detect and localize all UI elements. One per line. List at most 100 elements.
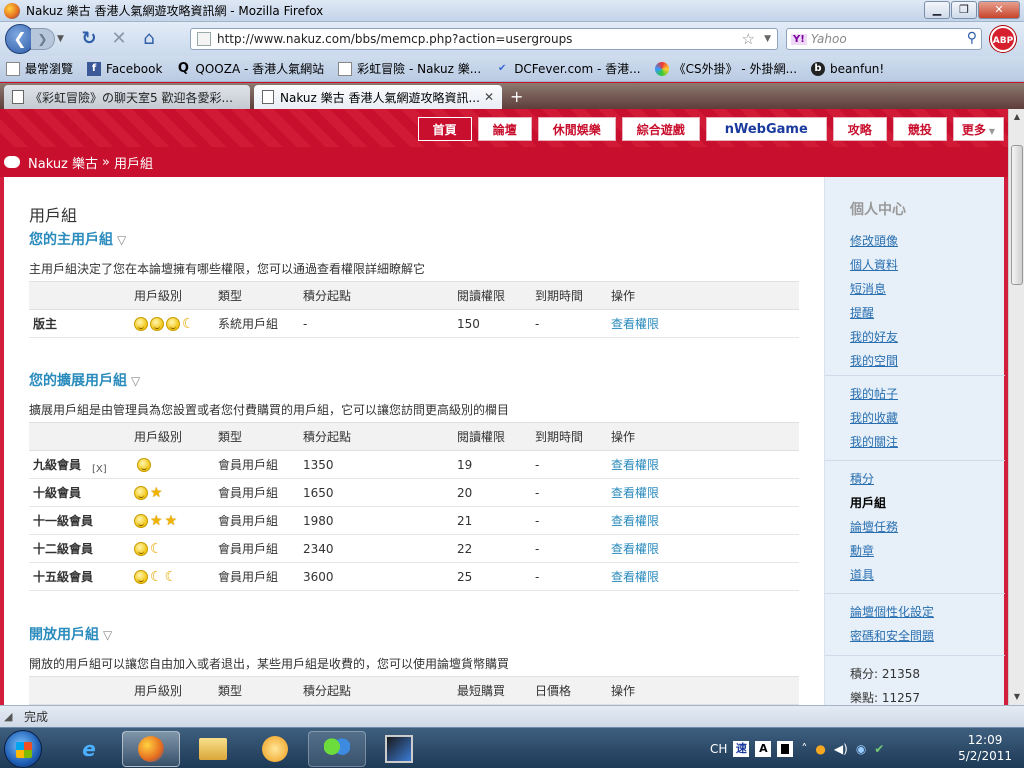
taskbar-explorer[interactable] [184,731,242,767]
taskbar-firefox[interactable] [122,731,180,767]
sidebar-link-usergroups[interactable]: 用戶組 [825,491,1005,515]
moon-icon: ☾ [150,568,163,585]
restore-button[interactable]: ❐ [951,1,977,19]
sidebar-link-credits[interactable]: 積分 [825,467,1005,491]
tab-chatroom[interactable]: 《彩虹冒險》の聊天室5 歡迎各愛彩... [4,85,250,109]
taskbar-msn[interactable] [308,731,366,767]
tray-app-icon[interactable]: ● [815,742,825,756]
window-title-bar: Nakuz 樂古 香港人氣網遊攻略資訊網 - Mozilla Firefox ▁… [0,0,1024,22]
ext-group-heading[interactable]: 您的擴展用戶組 ▽ [29,370,140,390]
search-icon[interactable]: ⚲ [967,30,977,46]
home-icon[interactable]: ⌂ [137,27,161,51]
volume-icon[interactable]: ◀) [834,742,848,756]
group-read-permission: 21 [457,506,535,535]
stat-label: 樂點: [850,691,879,705]
menu-nwebgame[interactable]: nWebGame [705,117,827,141]
menu-home[interactable]: 首頁 [417,117,472,141]
view-permissions-link[interactable]: 查看權限 [611,570,659,584]
ime-mode-icon[interactable]: 速 [733,740,750,757]
bookmark-star-icon[interactable]: ☆ [742,30,755,48]
toggle-triangle-icon[interactable]: ▽ [103,628,112,642]
close-window-button[interactable]: ✕ [978,1,1020,19]
search-bar[interactable]: Y! Yahoo ⚲ [786,28,982,50]
sidebar-link-messages[interactable]: 短消息 [825,277,1005,301]
taskbar-ie[interactable]: e [60,731,118,767]
sidebar-link-profile[interactable]: 個人資料 [825,253,1005,277]
column-header: 閱讀權限 [457,422,535,451]
level-icons: ★ ★ [134,506,218,535]
breadcrumb-site-link[interactable]: Nakuz 樂古 [28,153,98,172]
bookmark-beanfun[interactable]: b beanfun! [811,61,884,76]
sidebar-link-posts[interactable]: 我的帖子 [825,382,1005,406]
history-dropdown[interactable]: ▼ [57,28,71,50]
menu-guides[interactable]: 攻略 [832,117,887,141]
menu-leisure[interactable]: 休閒娛樂 [537,117,616,141]
show-hidden-icons[interactable]: ˄ [801,742,807,756]
column-header: 用戶級別 [134,281,218,310]
sidebar-link-following[interactable]: 我的關注 [825,430,1005,454]
ime-width-icon[interactable]: A [755,740,772,757]
sidebar-link-personalize[interactable]: 論壇個性化設定 [825,600,1005,624]
view-permissions-link[interactable]: 查看權限 [611,458,659,472]
menu-games[interactable]: 綜合遊戲 [621,117,700,141]
url-bar[interactable]: http://www.nakuz.com/bbs/memcp.php?actio… [190,28,778,50]
sidebar-link-space[interactable]: 我的空間 [825,349,1005,373]
forward-button[interactable]: ❯ [31,28,55,50]
msn-messenger-icon [324,737,350,761]
close-tab-icon[interactable]: ✕ [480,90,494,104]
tab-nakuz[interactable]: Nakuz 樂古 香港人氣網遊攻略資訊... ✕ [254,85,502,109]
sidebar-link-items[interactable]: 道具 [825,563,1005,587]
menu-forum[interactable]: 論壇 [477,117,532,141]
network-icon[interactable]: ◉ [856,742,866,756]
taskbar-media[interactable] [246,731,304,767]
sidebar-link-favorites[interactable]: 我的收藏 [825,406,1005,430]
scroll-thumb[interactable] [1011,145,1023,285]
menu-more[interactable]: 更多 ▼ [952,117,1004,141]
new-tab-button[interactable]: + [510,87,523,106]
adblock-plus-button[interactable]: ABP [990,26,1016,52]
url-dropdown-icon[interactable]: ▼ [764,34,771,44]
toggle-triangle-icon[interactable]: ▽ [117,233,126,247]
sidebar-link-medals[interactable]: 勳章 [825,539,1005,563]
sidebar-link-tasks[interactable]: 論壇任務 [825,515,1005,539]
open-group-heading[interactable]: 開放用戶組 ▽ [29,624,112,644]
column-header: 積分起點 [303,676,457,705]
ime-punct-icon[interactable] [777,740,794,757]
group-read-permission: 22 [457,534,535,563]
sidebar-link-notifications[interactable]: 提醒 [825,301,1005,325]
folder-icon [199,738,227,760]
remove-group-link[interactable]: [X] [92,464,107,475]
start-button[interactable] [4,730,42,768]
taskbar-cube-app[interactable] [370,731,428,767]
sidebar-link-friends[interactable]: 我的好友 [825,325,1005,349]
url-text[interactable]: http://www.nakuz.com/bbs/memcp.php?actio… [217,32,572,46]
toggle-triangle-icon[interactable]: ▽ [131,374,140,388]
yahoo-engine-icon[interactable]: Y! [791,33,807,45]
language-indicator[interactable]: CH [710,742,727,756]
minimize-button[interactable]: ▁ [924,1,950,19]
scroll-down-icon[interactable]: ▼ [1009,689,1024,705]
bookmark-most-visited[interactable]: 最常瀏覽 [6,60,73,77]
main-group-heading[interactable]: 您的主用戶組 ▽ [29,229,126,249]
view-permissions-link[interactable]: 查看權限 [611,514,659,528]
open-group-table: 用戶級別 類型 積分起點 最短購買 日價格 操作 [29,676,799,705]
sidebar-link-security[interactable]: 密碼和安全問題 [825,624,1005,648]
scroll-up-icon[interactable]: ▲ [1009,109,1024,125]
view-permissions-link[interactable]: 查看權限 [611,542,659,556]
column-header: 操作 [611,676,799,705]
sidebar-link-avatar[interactable]: 修改頭像 [825,229,1005,253]
bookmark-qooza[interactable]: Q QOOZA - 香港人氣網站 [176,60,324,77]
menu-auction[interactable]: 競投 [892,117,947,141]
bookmark-cs-cheats[interactable]: 《CS外掛》 - 外掛網... [654,60,797,77]
search-input[interactable]: Yahoo [811,32,847,46]
view-permissions-link[interactable]: 查看權限 [611,486,659,500]
stop-icon[interactable]: ✕ [107,27,131,51]
action-center-icon[interactable]: ✔ [874,742,884,756]
clock[interactable]: 12:09 5/2/2011 [958,732,1012,764]
bookmark-dcfever[interactable]: ✔ DCFever.com - 香港... [495,60,641,77]
bookmark-rainbow-adventure[interactable]: 彩虹冒險 - Nakuz 樂... [338,60,481,77]
reload-icon[interactable]: ↻ [77,27,101,51]
vertical-scrollbar[interactable]: ▲ ▼ [1008,109,1024,705]
view-permissions-link[interactable]: 查看權限 [611,317,659,331]
bookmark-facebook[interactable]: f Facebook [87,61,162,76]
